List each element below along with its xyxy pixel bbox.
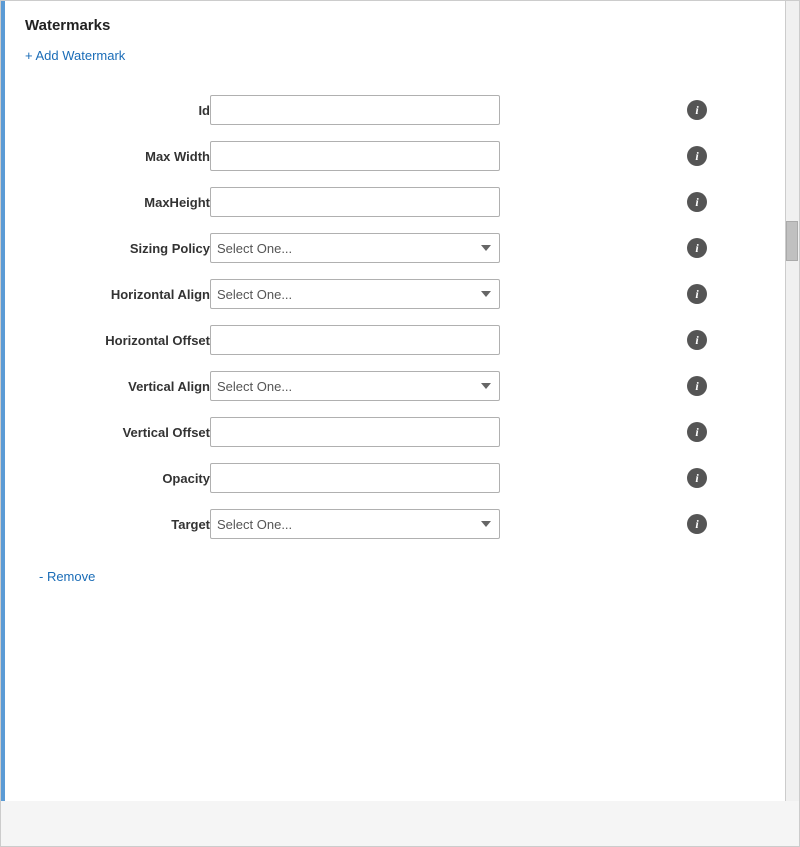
form-row-id-field: Id i	[35, 93, 715, 127]
info-icon-sizing-policy-field[interactable]: i	[687, 238, 707, 258]
scrollbar-track[interactable]	[785, 1, 799, 801]
info-icon-opacity-field[interactable]: i	[687, 468, 707, 488]
label-vertical-align-field: Vertical Align	[35, 369, 210, 403]
form-row-max-height-field: MaxHeight i	[35, 185, 715, 219]
label-max-width-field: Max Width	[35, 139, 210, 173]
label-max-height-field: MaxHeight	[35, 185, 210, 219]
form-row-max-width-field: Max Width i	[35, 139, 715, 173]
label-opacity-field: Opacity	[35, 461, 210, 495]
form-row-opacity-field: Opacity i	[35, 461, 715, 495]
page-title: Watermarks	[25, 17, 779, 34]
form-row-horizontal-align-field: Horizontal AlignSelect One... i	[35, 277, 715, 311]
label-horizontal-align-field: Horizontal Align	[35, 277, 210, 311]
content-area: Watermarks + Add Watermark Id i Max Width i…	[1, 1, 799, 801]
form-row-horizontal-offset-field: Horizontal Offset i	[35, 323, 715, 357]
horizontal-offset-field[interactable]	[210, 325, 500, 355]
opacity-field[interactable]	[210, 463, 500, 493]
info-icon-vertical-offset-field[interactable]: i	[687, 422, 707, 442]
watermark-form: IdiMax WidthiMaxHeightiSizing PolicySele…	[35, 81, 715, 553]
info-icon-vertical-align-field[interactable]: i	[687, 376, 707, 396]
scrollbar-thumb[interactable]	[786, 221, 798, 261]
label-id-field: Id	[35, 93, 210, 127]
form-row-sizing-policy-field: Sizing PolicySelect One... i	[35, 231, 715, 265]
info-icon-horizontal-offset-field[interactable]: i	[687, 330, 707, 350]
label-vertical-offset-field: Vertical Offset	[35, 415, 210, 449]
vertical-offset-field[interactable]	[210, 417, 500, 447]
form-row-target-field: TargetSelect One... i	[35, 507, 715, 541]
info-icon-max-width-field[interactable]: i	[687, 146, 707, 166]
info-icon-max-height-field[interactable]: i	[687, 192, 707, 212]
label-sizing-policy-field: Sizing Policy	[35, 231, 210, 265]
label-horizontal-offset-field: Horizontal Offset	[35, 323, 210, 357]
label-target-field: Target	[35, 507, 210, 541]
form-row-vertical-align-field: Vertical AlignSelect One... i	[35, 369, 715, 403]
add-watermark-link[interactable]: + Add Watermark	[25, 48, 125, 63]
id-field[interactable]	[210, 95, 500, 125]
info-icon-target-field[interactable]: i	[687, 514, 707, 534]
form-row-vertical-offset-field: Vertical Offset i	[35, 415, 715, 449]
page-wrapper: Watermarks + Add Watermark Id i Max Width i…	[0, 0, 800, 847]
remove-link[interactable]: - Remove	[39, 569, 95, 584]
max-width-field[interactable]	[210, 141, 500, 171]
info-icon-horizontal-align-field[interactable]: i	[687, 284, 707, 304]
info-icon-id-field[interactable]: i	[687, 100, 707, 120]
horizontal-align-field[interactable]: Select One...	[210, 279, 500, 309]
sizing-policy-field[interactable]: Select One...	[210, 233, 500, 263]
target-field[interactable]: Select One...	[210, 509, 500, 539]
vertical-align-field[interactable]: Select One...	[210, 371, 500, 401]
max-height-field[interactable]	[210, 187, 500, 217]
